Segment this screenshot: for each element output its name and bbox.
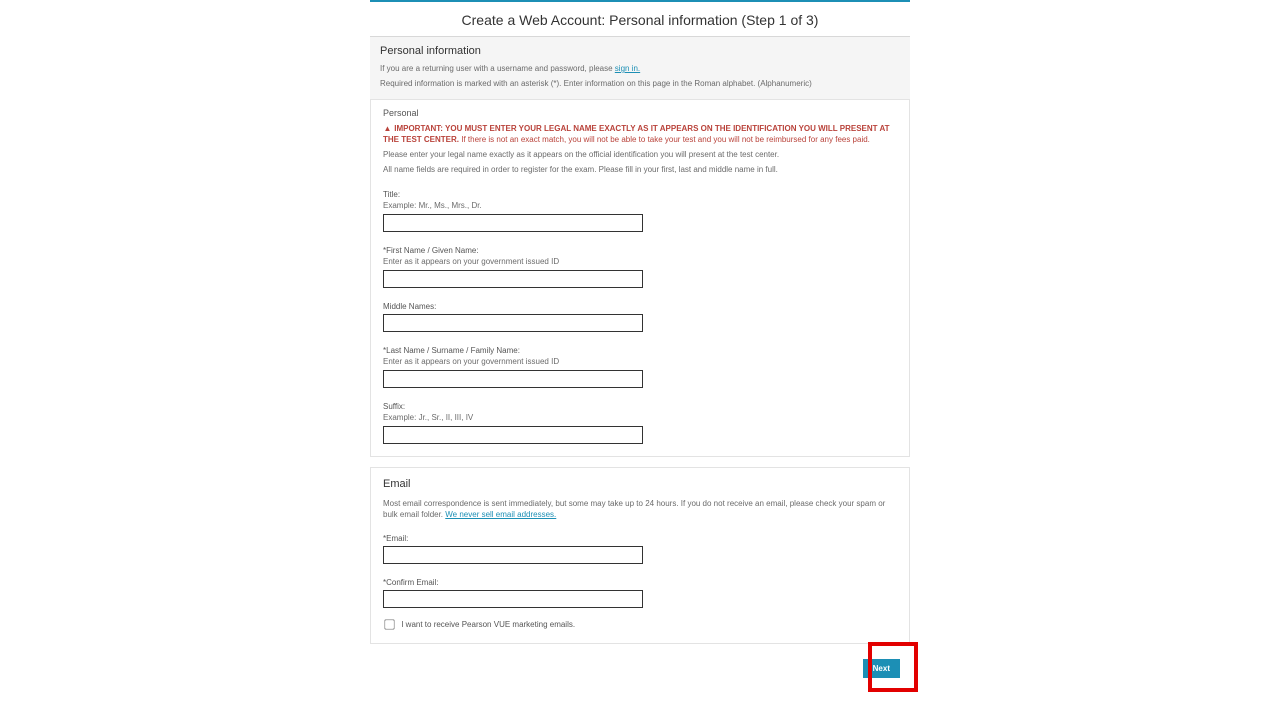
warning-rest-text: If there is not an exact match, you will…	[459, 135, 870, 144]
email-note: Most email correspondence is sent immedi…	[383, 498, 897, 520]
suffix-label: Suffix:	[383, 402, 897, 411]
confirm-email-input[interactable]	[383, 590, 643, 608]
middle-name-input[interactable]	[383, 314, 643, 332]
page-container: Create a Web Account: Personal informati…	[370, 0, 910, 688]
title-label: Title:	[383, 190, 897, 199]
first-name-field-group: *First Name / Given Name: Enter as it ap…	[383, 246, 897, 288]
marketing-optin-text: I want to receive Pearson VUE marketing …	[401, 620, 575, 629]
personal-panel: Personal ▲ IMPORTANT: YOU MUST ENTER YOU…	[370, 100, 910, 456]
required-fields-note: Required information is marked with an a…	[380, 78, 900, 89]
first-name-label: *First Name / Given Name:	[383, 246, 897, 255]
section-heading: Personal information	[380, 45, 900, 57]
email-heading: Email	[383, 478, 897, 490]
sign-in-link[interactable]: sign in.	[615, 64, 640, 73]
email-input[interactable]	[383, 546, 643, 564]
personal-info-header: Personal information If you are a return…	[370, 37, 910, 100]
title-field-group: Title: Example: Mr., Ms., Mrs., Dr.	[383, 190, 897, 232]
returning-prefix: If you are a returning user with a usern…	[380, 64, 615, 73]
suffix-input[interactable]	[383, 426, 643, 444]
marketing-optin-checkbox[interactable]	[384, 619, 394, 629]
personal-subheading: Personal	[383, 108, 897, 118]
legal-name-instruction: Please enter your legal name exactly as …	[383, 150, 897, 161]
last-name-label: *Last Name / Surname / Family Name:	[383, 346, 897, 355]
middle-name-label: Middle Names:	[383, 302, 897, 311]
title-bar: Create a Web Account: Personal informati…	[370, 2, 910, 37]
next-button[interactable]: Next	[863, 659, 900, 678]
confirm-email-field-group: *Confirm Email:	[383, 578, 897, 608]
last-name-hint: Enter as it appears on your government i…	[383, 357, 897, 366]
marketing-optin-label-wrap[interactable]: I want to receive Pearson VUE marketing …	[383, 620, 575, 629]
middle-name-field-group: Middle Names:	[383, 302, 897, 332]
email-field-group: *Email:	[383, 534, 897, 564]
email-label: *Email:	[383, 534, 897, 543]
email-panel: Email Most email correspondence is sent …	[370, 467, 910, 644]
last-name-field-group: *Last Name / Surname / Family Name: Ente…	[383, 346, 897, 388]
legal-name-warning: ▲ IMPORTANT: YOU MUST ENTER YOUR LEGAL N…	[383, 124, 897, 146]
suffix-field-group: Suffix: Example: Jr., Sr., II, III, IV	[383, 402, 897, 444]
title-input[interactable]	[383, 214, 643, 232]
returning-user-note: If you are a returning user with a usern…	[380, 63, 900, 74]
warning-icon: ▲	[383, 124, 392, 135]
page-title: Create a Web Account: Personal informati…	[370, 12, 910, 28]
title-hint: Example: Mr., Ms., Mrs., Dr.	[383, 201, 897, 210]
first-name-input[interactable]	[383, 270, 643, 288]
first-name-hint: Enter as it appears on your government i…	[383, 257, 897, 266]
marketing-optin-row: I want to receive Pearson VUE marketing …	[383, 618, 897, 631]
email-policy-link[interactable]: We never sell email addresses.	[445, 510, 556, 519]
footer-row: Next	[370, 652, 910, 688]
confirm-email-label: *Confirm Email:	[383, 578, 897, 587]
last-name-input[interactable]	[383, 370, 643, 388]
name-fields-instruction: All name fields are required in order to…	[383, 165, 897, 176]
suffix-hint: Example: Jr., Sr., II, III, IV	[383, 413, 897, 422]
